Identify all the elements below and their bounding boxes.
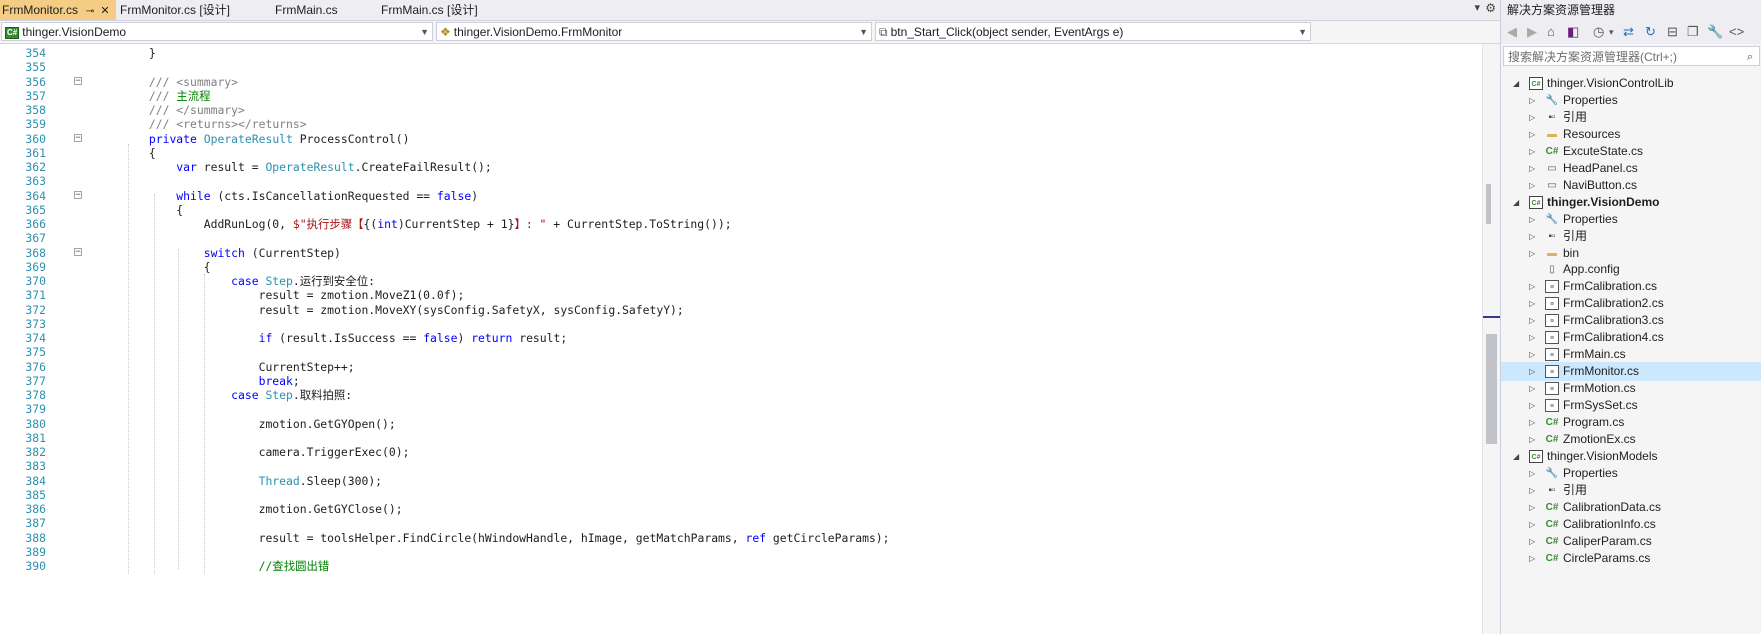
navigation-bar: C# thinger.VisionDemo ▼ ❖ thinger.VisionDem…: [0, 21, 1500, 44]
reference-icon: ▪▫: [1548, 484, 1556, 496]
form-file-icon: ≡: [1545, 297, 1559, 311]
search-icon[interactable]: ⌕: [1747, 47, 1753, 67]
config-file-icon: ▯: [1549, 264, 1555, 276]
back-icon[interactable]: ◀: [1507, 24, 1517, 40]
chevron-down-icon: ▼: [1298, 27, 1307, 37]
search-placeholder: 搜索解决方案资源管理器(Ctrl+;): [1508, 50, 1677, 64]
indent-guide: [128, 144, 129, 574]
wrench-icon: 🔧: [1545, 467, 1559, 479]
vs-switch-view-icon[interactable]: ◧: [1567, 24, 1579, 40]
project-icon: C#: [1529, 77, 1543, 90]
csharp-file-icon: C#: [1545, 433, 1559, 445]
form-file-icon: ≡: [1545, 331, 1559, 345]
solution-explorer: 解决方案资源管理器 ◀ ▶ ⌂ ◧ ◷ ▾ ⇄ ↻ ⊟ ❐ 🔧 <> 搜索解决方…: [1500, 0, 1761, 634]
panel-file-icon: ▭: [1547, 179, 1557, 191]
tab-label: FrmMain.cs [设计]: [381, 3, 478, 17]
indent-guide: [204, 274, 205, 574]
chevron-down-icon: ▼: [420, 27, 429, 37]
csharp-file-icon: C#: [1545, 145, 1559, 157]
code-line[interactable]: 390 //查找圆出错: [0, 558, 1480, 574]
code-view-icon[interactable]: <>: [1729, 24, 1744, 39]
indent-guide: [154, 194, 155, 574]
solution-explorer-title: 解决方案资源管理器: [1507, 3, 1616, 17]
editor-vertical-scrollbar[interactable]: [1482, 44, 1501, 634]
csharp-file-icon: C#: [1545, 501, 1559, 513]
csharp-file-icon: C#: [1545, 518, 1559, 530]
tree-item-label: CircleParams.cs: [1563, 550, 1651, 565]
project-dropdown-value: thinger.VisionDemo: [22, 25, 127, 39]
project-icon: C#: [1529, 195, 1543, 209]
tab-label: FrmMain.cs: [275, 3, 338, 17]
solution-explorer-toolbar: ◀ ▶ ⌂ ◧ ◷ ▾ ⇄ ↻ ⊟ ❐ 🔧 <>: [1501, 20, 1761, 44]
method-icon: ⧉: [879, 25, 888, 39]
refresh-icon[interactable]: ↻: [1645, 24, 1656, 40]
show-all-files-icon[interactable]: ❐: [1687, 24, 1699, 40]
code-text: //查找圆出错: [258, 559, 330, 573]
form-file-icon: ≡: [1545, 348, 1559, 362]
folder-icon: ▬: [1547, 128, 1557, 140]
form-file-icon: ≡: [1545, 280, 1559, 294]
member-dropdown[interactable]: ⧉ btn_Start_Click(object sender, EventArg…: [875, 22, 1311, 41]
tab-overflow-dropdown-icon[interactable]: ▾: [1474, 1, 1480, 14]
form-file-icon: ≡: [1545, 399, 1559, 413]
history-icon[interactable]: ◷: [1593, 24, 1604, 40]
sync-icon[interactable]: ⇄: [1623, 24, 1634, 40]
code-area[interactable]: 354 } 355 356− /// <summary> 357 /// 主流程 358…: [0, 44, 1480, 634]
code-editor[interactable]: FrmMonitor.cs ⊸ ✕ FrmMonitor.cs [设计] FrmMa…: [0, 0, 1501, 634]
home-icon[interactable]: ⌂: [1547, 24, 1555, 39]
class-dropdown[interactable]: ❖ thinger.VisionDemo.FrmMonitor ▼: [436, 22, 872, 41]
wrench-icon: 🔧: [1545, 213, 1559, 225]
collapse-all-icon[interactable]: ⊟: [1667, 24, 1678, 40]
class-dropdown-value: thinger.VisionDemo.FrmMonitor: [453, 25, 623, 39]
scrollbar-change-marker: [1486, 184, 1491, 224]
close-icon[interactable]: ✕: [100, 5, 109, 17]
tab-frmmain-design[interactable]: FrmMain.cs [设计]: [381, 0, 478, 20]
tree-item[interactable]: ▷ C# CircleParams.cs: [1501, 549, 1761, 568]
tab-frmmain-cs[interactable]: FrmMain.cs: [275, 0, 338, 20]
panel-file-icon: ▭: [1547, 162, 1557, 174]
tab-frmmonitor-cs[interactable]: FrmMonitor.cs ⊸ ✕: [0, 0, 116, 20]
line-number: 390: [25, 559, 46, 573]
gear-icon[interactable]: ⚙: [1485, 1, 1496, 15]
document-tab-bar: FrmMonitor.cs ⊸ ✕ FrmMonitor.cs [设计] FrmMa…: [0, 0, 1500, 21]
reference-icon: ▪▫: [1548, 111, 1556, 123]
collapse-outline-icon[interactable]: −: [74, 190, 82, 199]
reference-icon: ▪▫: [1548, 230, 1556, 242]
properties-icon[interactable]: 🔧: [1707, 24, 1723, 40]
form-file-icon: ≡: [1545, 382, 1559, 396]
csharp-project-icon: C#: [5, 27, 20, 39]
csharp-file-icon: C#: [1545, 535, 1559, 547]
form-file-icon: ≡: [1545, 365, 1559, 379]
solution-explorer-search-input[interactable]: 搜索解决方案资源管理器(Ctrl+;) ⌕: [1503, 46, 1760, 66]
forward-icon[interactable]: ▶: [1527, 24, 1537, 40]
scrollbar-caret-marker: [1483, 316, 1501, 318]
wrench-icon: 🔧: [1545, 94, 1559, 106]
scrollbar-thumb[interactable]: [1486, 334, 1497, 444]
tab-frmmonitor-design[interactable]: FrmMonitor.cs [设计]: [120, 0, 230, 20]
chevron-down-icon: ▼: [859, 27, 868, 37]
collapse-outline-icon[interactable]: −: [74, 76, 82, 85]
chevron-down-icon[interactable]: ▾: [1609, 27, 1614, 38]
form-file-icon: ≡: [1545, 314, 1559, 328]
tab-label: FrmMonitor.cs [设计]: [120, 3, 231, 17]
csharp-file-icon: C#: [1545, 552, 1559, 564]
collapse-outline-icon[interactable]: −: [74, 247, 82, 256]
expand-arrow-icon[interactable]: ▷: [1529, 549, 1535, 568]
member-dropdown-value: btn_Start_Click(object sender, EventArgs…: [890, 25, 1124, 39]
solution-explorer-title-bar: 解决方案资源管理器: [1501, 0, 1761, 20]
class-icon: ❖: [440, 25, 451, 39]
folder-icon: ▬: [1547, 247, 1557, 259]
indent-guide: [178, 249, 179, 569]
collapse-outline-icon[interactable]: −: [74, 133, 82, 142]
pin-icon[interactable]: ⊸: [86, 6, 94, 17]
project-icon: C#: [1529, 449, 1543, 463]
project-dropdown[interactable]: C# thinger.VisionDemo ▼: [1, 22, 433, 41]
csharp-file-icon: C#: [1545, 417, 1559, 428]
tab-label: FrmMonitor.cs: [2, 3, 79, 17]
